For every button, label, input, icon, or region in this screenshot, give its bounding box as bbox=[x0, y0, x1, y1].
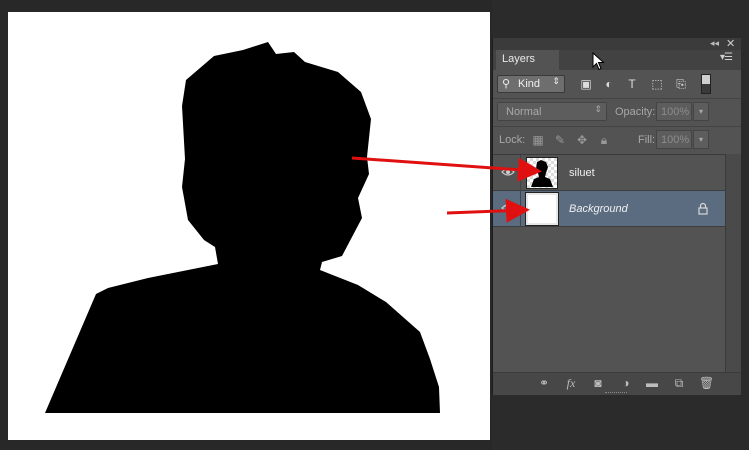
panel-tab-bar: Layers ▾☰ bbox=[493, 50, 741, 70]
group-folder-icon[interactable]: ▬ bbox=[645, 376, 659, 390]
silhouette-artwork bbox=[45, 42, 440, 413]
double-chevron-icon[interactable]: ◂◂ bbox=[710, 38, 719, 49]
person-silhouette bbox=[45, 42, 440, 413]
new-layer-icon[interactable]: ⧉ bbox=[672, 376, 686, 390]
opacity-field[interactable]: 100% bbox=[656, 102, 692, 121]
lock-transparency-icon[interactable]: ▦ bbox=[531, 133, 545, 147]
type-filter-icon[interactable]: T bbox=[625, 77, 639, 91]
tab-layers[interactable]: Layers bbox=[496, 50, 559, 70]
silhouette-thumbnail-icon bbox=[531, 160, 553, 187]
adjustment-filter-icon[interactable]: ◐ bbox=[602, 77, 616, 91]
layers-scrollbar[interactable] bbox=[725, 154, 741, 372]
eye-icon bbox=[501, 168, 515, 176]
trash-icon[interactable]: 🗑︎ bbox=[699, 376, 714, 390]
eye-icon bbox=[501, 204, 515, 212]
document-canvas-area bbox=[0, 0, 492, 450]
adjustment-layer-icon[interactable]: ◑ bbox=[619, 376, 633, 390]
blend-mode-select[interactable]: Normal ⇕ bbox=[497, 102, 607, 121]
blend-row: Normal ⇕ Opacity: 100% ▾ bbox=[493, 98, 741, 126]
kind-label: Kind bbox=[518, 78, 541, 90]
lock-pixels-icon[interactable]: ✎ bbox=[553, 133, 567, 147]
layer-row-background[interactable]: Background bbox=[493, 191, 725, 227]
lock-row: Lock: ▦ ✎ ✥ 🔒︎ Fill: 100% ▾ bbox=[493, 126, 741, 154]
layers-list: siluet Background bbox=[493, 154, 725, 373]
image-filter-icon[interactable]: ▣ bbox=[579, 77, 593, 91]
filter-row: ⚲ Kind ⇕ ▣ ◐ T ⬚ ⎘ bbox=[493, 70, 741, 98]
stepper-arrows-icon: ⇕ bbox=[552, 76, 560, 86]
mouse-cursor-icon bbox=[592, 52, 605, 71]
lock-all-icon[interactable]: 🔒︎ bbox=[597, 133, 611, 147]
opacity-dropdown-button[interactable]: ▾ bbox=[693, 102, 709, 121]
stepper-arrows-icon: ⇕ bbox=[594, 104, 602, 114]
smart-object-filter-icon[interactable]: ⎘ bbox=[674, 77, 688, 91]
panel-title-bar[interactable]: ◂◂ ✕ bbox=[493, 38, 741, 50]
lock-position-icon[interactable]: ✥ bbox=[575, 133, 589, 147]
lock-icon bbox=[698, 202, 708, 215]
layer-row-siluet[interactable]: siluet bbox=[493, 155, 725, 191]
fill-dropdown-button[interactable]: ▾ bbox=[693, 130, 709, 149]
fx-icon[interactable]: fx bbox=[564, 376, 578, 390]
layer-name[interactable]: Background bbox=[569, 203, 628, 215]
layer-thumbnail[interactable] bbox=[526, 157, 558, 189]
filter-toggle-switch[interactable] bbox=[701, 74, 711, 94]
resize-grip[interactable] bbox=[605, 392, 627, 395]
opacity-label: Opacity: bbox=[615, 106, 656, 118]
visibility-toggle[interactable] bbox=[493, 191, 521, 227]
fill-field[interactable]: 100% bbox=[656, 130, 692, 149]
blend-mode-value: Normal bbox=[506, 106, 542, 118]
panel-footer: ⚭ fx ◙ ◑ ▬ ⧉ 🗑︎ bbox=[493, 372, 741, 395]
layer-name[interactable]: siluet bbox=[569, 167, 595, 179]
link-layers-icon[interactable]: ⚭ bbox=[537, 376, 551, 390]
layers-panel: ◂◂ ✕ Layers ▾☰ ⚲ Kind ⇕ ▣ ◐ T ⬚ ⎘ Normal… bbox=[492, 38, 741, 395]
layer-thumbnail[interactable] bbox=[525, 192, 559, 226]
search-icon: ⚲ bbox=[502, 78, 511, 90]
fill-label: Fill: bbox=[638, 134, 656, 146]
lock-label: Lock: bbox=[499, 134, 526, 146]
filter-kind-select[interactable]: ⚲ Kind ⇕ bbox=[497, 75, 565, 93]
visibility-toggle[interactable] bbox=[493, 155, 521, 191]
close-icon[interactable]: ✕ bbox=[726, 37, 735, 50]
mask-icon[interactable]: ◙ bbox=[591, 376, 605, 390]
document-canvas[interactable] bbox=[8, 12, 490, 440]
panel-menu-icon[interactable]: ▾☰ bbox=[720, 52, 733, 63]
shape-filter-icon[interactable]: ⬚ bbox=[650, 77, 664, 91]
